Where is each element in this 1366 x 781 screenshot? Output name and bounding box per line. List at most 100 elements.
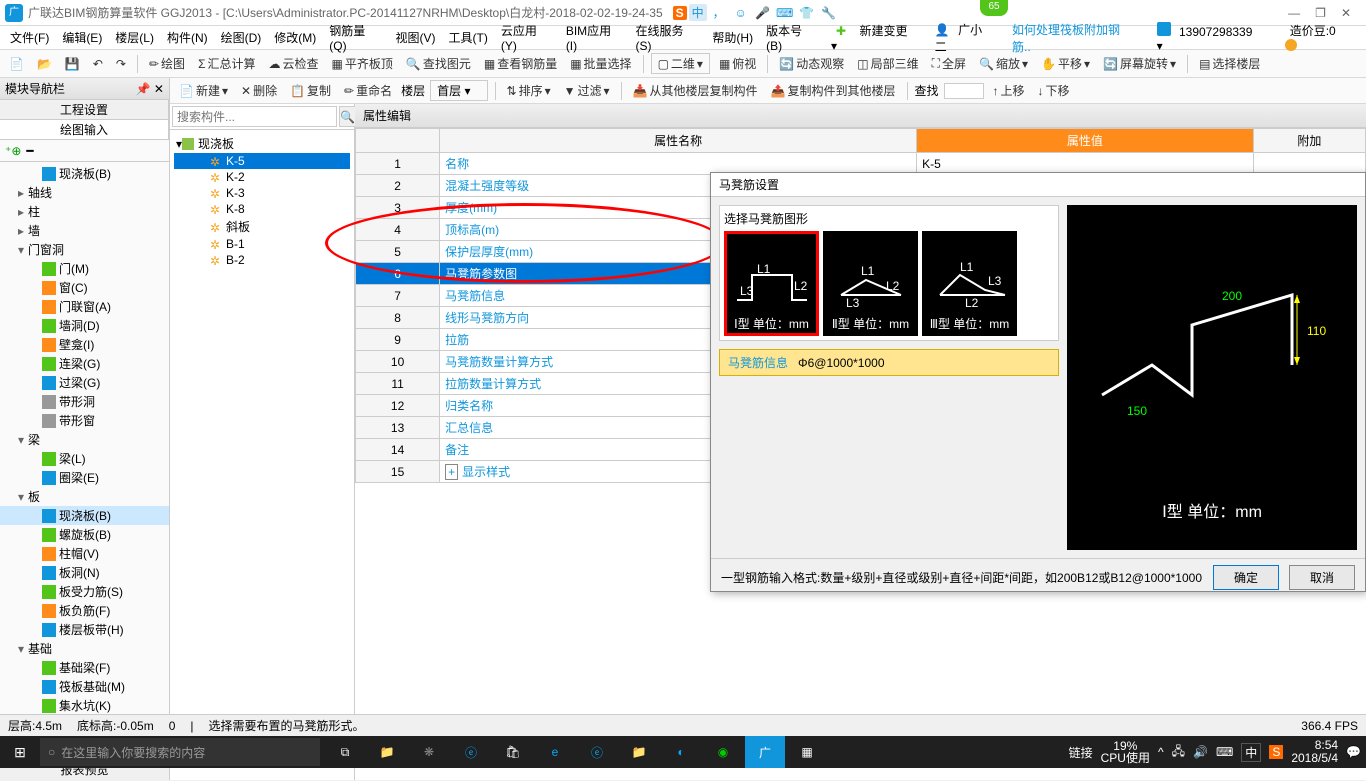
nav-item[interactable]: 门(M) — [0, 259, 169, 278]
nav-item[interactable]: 过梁(G) — [0, 373, 169, 392]
local-3d-button[interactable]: ◫ 局部三维 — [853, 53, 922, 74]
fullscreen-button[interactable]: ⛶ 全屏 — [928, 53, 970, 74]
undo-icon[interactable]: ↶ — [89, 55, 107, 73]
nav-item[interactable]: 墙洞(D) — [0, 316, 169, 335]
component-search-input[interactable] — [172, 106, 337, 127]
rotate-button[interactable]: 🔄 屏幕旋转 ▾ — [1099, 53, 1180, 74]
delete-comp-button[interactable]: ✕ 删除 — [237, 80, 281, 101]
ime-skin-icon[interactable]: 👕 — [797, 4, 817, 22]
comp-root[interactable]: ▾ 现浇板 — [174, 134, 350, 153]
close-button[interactable]: ✕ — [1341, 6, 1351, 20]
view-2d-dropdown[interactable]: ▢ 二维 ▾ — [651, 53, 710, 74]
explorer-icon[interactable]: 📁 — [367, 736, 407, 768]
cloud-check-button[interactable]: ☁ 云检查 — [265, 53, 323, 74]
menu-online[interactable]: 在线服务(S) — [630, 20, 704, 55]
move-down-button[interactable]: ↓ 下移 — [1034, 80, 1074, 101]
floor-dropdown[interactable]: 首层 ▾ — [430, 80, 487, 101]
nav-item[interactable]: 板受力筋(S) — [0, 582, 169, 601]
orbit-button[interactable]: 🔄 动态观察 — [775, 53, 848, 74]
nav-item[interactable]: ▾板 — [0, 487, 169, 506]
nav-item[interactable]: 窗(C) — [0, 278, 169, 297]
nav-item[interactable]: 门联窗(A) — [0, 297, 169, 316]
app-icon-1[interactable]: ❋ — [409, 736, 449, 768]
phone-label[interactable]: 13907298339 ▾ — [1152, 20, 1272, 55]
sogou-icon[interactable]: S — [673, 6, 687, 20]
menu-bim[interactable]: BIM应用(I) — [561, 20, 628, 55]
edge-icon[interactable]: ⓔ — [451, 736, 491, 768]
align-top-button[interactable]: ▦ 平齐板顶 — [328, 53, 397, 74]
app-icon-2[interactable]: ▦ — [787, 736, 827, 768]
ie-icon[interactable]: ⓔ — [577, 736, 617, 768]
folder2-icon[interactable]: 📁 — [619, 736, 659, 768]
save-icon[interactable]: 💾 — [61, 55, 84, 73]
ime-keyboard-icon[interactable]: ⌨ — [775, 4, 795, 22]
store-icon[interactable]: 🛍 — [493, 736, 533, 768]
pin-icon[interactable]: 📌 ✕ — [136, 82, 164, 96]
tray-clock[interactable]: 8:54 2018/5/4 — [1291, 739, 1338, 765]
nav-item[interactable]: 板洞(N) — [0, 563, 169, 582]
view-rebar-button[interactable]: ▦ 查看钢筋量 — [480, 53, 561, 74]
nav-item[interactable]: ▸轴线 — [0, 183, 169, 202]
task-view-icon[interactable]: ⧉ — [325, 736, 365, 768]
ime-smiley-icon[interactable]: ☺ — [731, 4, 751, 22]
nav-item[interactable]: 带形窗 — [0, 411, 169, 430]
nav-item[interactable]: 现浇板(B) — [0, 164, 169, 183]
nav-item[interactable]: 带形洞 — [0, 392, 169, 411]
menu-cloud[interactable]: 云应用(Y) — [496, 20, 558, 55]
nav-item[interactable]: ▾梁 — [0, 430, 169, 449]
comp-item[interactable]: ✲K-2 — [174, 169, 350, 185]
app-main-icon[interactable]: 广 — [745, 736, 785, 768]
qq-browser-icon[interactable]: ◐ — [661, 736, 701, 768]
comp-item[interactable]: ✲B-2 — [174, 252, 350, 268]
tray-keyboard-icon[interactable]: ⌨ — [1216, 745, 1233, 759]
tab-draw-input[interactable]: 绘图输入 — [0, 120, 169, 139]
nav-item[interactable]: 柱帽(V) — [0, 544, 169, 563]
shape-option-3[interactable]: L1L3L2Ⅲ型 单位：mm — [922, 231, 1017, 336]
nav-item[interactable]: ▾门窗洞 — [0, 240, 169, 259]
new-change-button[interactable]: ✚ 新建变更 ▾ — [826, 20, 927, 55]
menu-edit[interactable]: 编辑(E) — [57, 27, 107, 48]
pan-button[interactable]: ✋ 平移 ▾ — [1037, 53, 1094, 74]
comp-item[interactable]: ✲斜板 — [174, 217, 350, 236]
menu-help[interactable]: 帮助(H) — [707, 27, 758, 48]
component-search-button[interactable]: 🔍 — [339, 106, 356, 127]
ime-mic-icon[interactable]: 🎤 — [753, 4, 773, 22]
nav-item[interactable]: 楼层板带(H) — [0, 620, 169, 639]
select-floor-button[interactable]: ▤ 选择楼层 — [1195, 53, 1264, 74]
sum-button[interactable]: Σ 汇总计算 — [194, 53, 259, 74]
start-button[interactable]: ⊞ — [0, 744, 40, 761]
find-element-button[interactable]: 🔍 查找图元 — [402, 53, 475, 74]
comp-item[interactable]: ✲B-1 — [174, 236, 350, 252]
menu-modify[interactable]: 修改(M) — [269, 27, 321, 48]
stirrup-info-row[interactable]: 马凳筋信息 Φ6@1000*1000 — [719, 349, 1059, 376]
redo-icon[interactable]: ↷ — [112, 55, 130, 73]
zoom-button[interactable]: 🔍 缩放 ▾ — [975, 53, 1032, 74]
comp-item[interactable]: ✲K-5 — [174, 153, 350, 169]
draw-button[interactable]: ✏ 绘图 — [145, 53, 189, 74]
tray-sogou-icon[interactable]: S — [1269, 745, 1283, 759]
sort-button[interactable]: ⇅ 排序 ▾ — [503, 80, 555, 101]
360-icon[interactable]: ◉ — [703, 736, 743, 768]
nav-tool-2[interactable]: ━ — [26, 144, 33, 158]
rename-comp-button[interactable]: ✏ 重命名 — [340, 80, 396, 101]
nav-tool-1[interactable]: ⁺⊕ — [5, 144, 21, 158]
nav-item[interactable]: 螺旋板(B) — [0, 525, 169, 544]
user-avatar[interactable]: 👤 广小二 — [930, 19, 1004, 57]
ime-lang-icon[interactable]: 中 — [689, 4, 707, 21]
nav-item[interactable]: 梁(L) — [0, 449, 169, 468]
cancel-button[interactable]: 取消 — [1289, 565, 1355, 590]
nav-item[interactable]: 现浇板(B) — [0, 506, 169, 525]
menu-draw[interactable]: 绘图(D) — [216, 27, 267, 48]
tray-network-icon[interactable]: 🖧 — [1172, 742, 1185, 763]
tray-up-icon[interactable]: ^ — [1158, 745, 1164, 759]
notification-badge[interactable]: 65 — [980, 0, 1008, 16]
tray-notification-icon[interactable]: 💬 — [1346, 745, 1361, 759]
nav-item[interactable]: ▸墙 — [0, 221, 169, 240]
menu-component[interactable]: 构件(N) — [162, 27, 213, 48]
taskbar-search[interactable]: ○ 在这里输入你要搜索的内容 — [40, 738, 320, 766]
menu-rebar[interactable]: 钢筋量(Q) — [324, 20, 387, 55]
find-input[interactable] — [944, 83, 984, 99]
menu-view[interactable]: 视图(V) — [391, 27, 441, 48]
nav-item[interactable]: ▸柱 — [0, 202, 169, 221]
comp-item[interactable]: ✲K-3 — [174, 185, 350, 201]
